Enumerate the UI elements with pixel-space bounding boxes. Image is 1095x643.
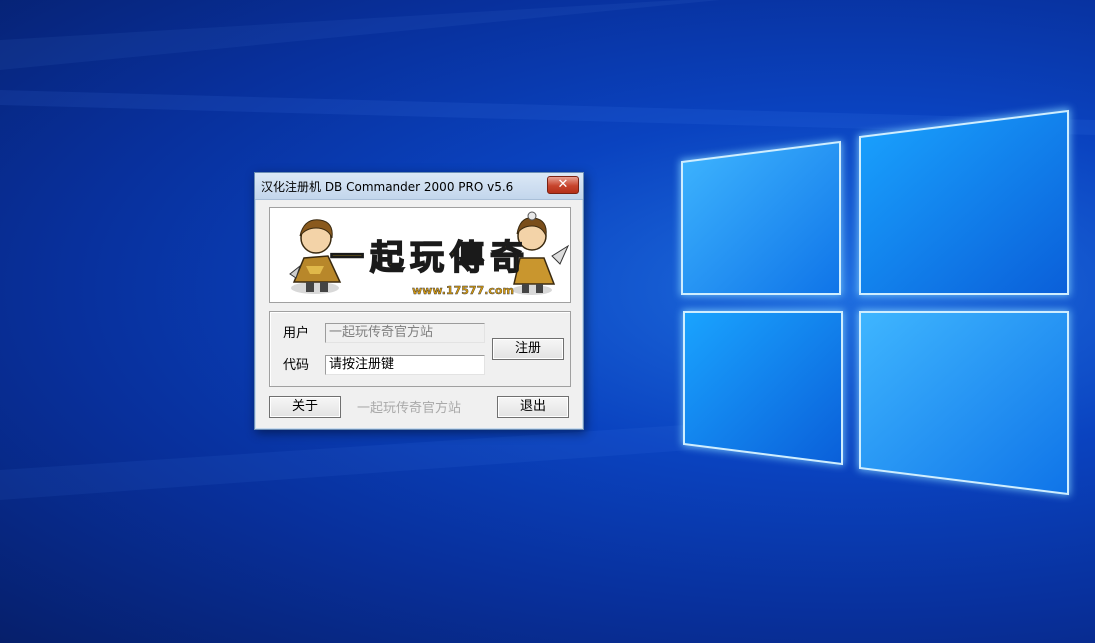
code-label: 代码: [283, 358, 310, 373]
register-button[interactable]: 注册: [492, 338, 564, 360]
logo-pane-top-left: [681, 140, 841, 295]
logo-pane-bottom-right: [859, 311, 1069, 496]
close-button[interactable]: ✕: [547, 176, 579, 194]
registration-dialog: 汉化注册机 DB Commander 2000 PRO v5.6 ✕ 一起玩傳奇…: [254, 172, 584, 430]
about-button[interactable]: 关于: [269, 396, 341, 418]
footer-site-text: 一起玩传奇官方站: [357, 401, 462, 416]
exit-button[interactable]: 退出: [497, 396, 569, 418]
title-bar[interactable]: 汉化注册机 DB Commander 2000 PRO v5.6 ✕: [255, 173, 583, 200]
banner-image: 一起玩傳奇 www.17577.com: [269, 207, 571, 303]
credentials-group: 用户 一起玩传奇官方站 代码 请按注册键 注册: [269, 311, 571, 387]
banner-logo-text: 一起玩傳奇: [329, 237, 530, 279]
code-field[interactable]: 请按注册键: [325, 355, 485, 375]
window-title: 汉化注册机 DB Commander 2000 PRO v5.6: [261, 180, 514, 194]
banner-url-text: www.17577.com: [412, 284, 514, 297]
user-field[interactable]: 一起玩传奇官方站: [325, 323, 485, 343]
user-label: 用户: [283, 326, 310, 341]
logo-pane-top-right: [859, 109, 1069, 295]
logo-pane-bottom-left: [683, 311, 843, 466]
close-icon: ✕: [557, 177, 569, 192]
